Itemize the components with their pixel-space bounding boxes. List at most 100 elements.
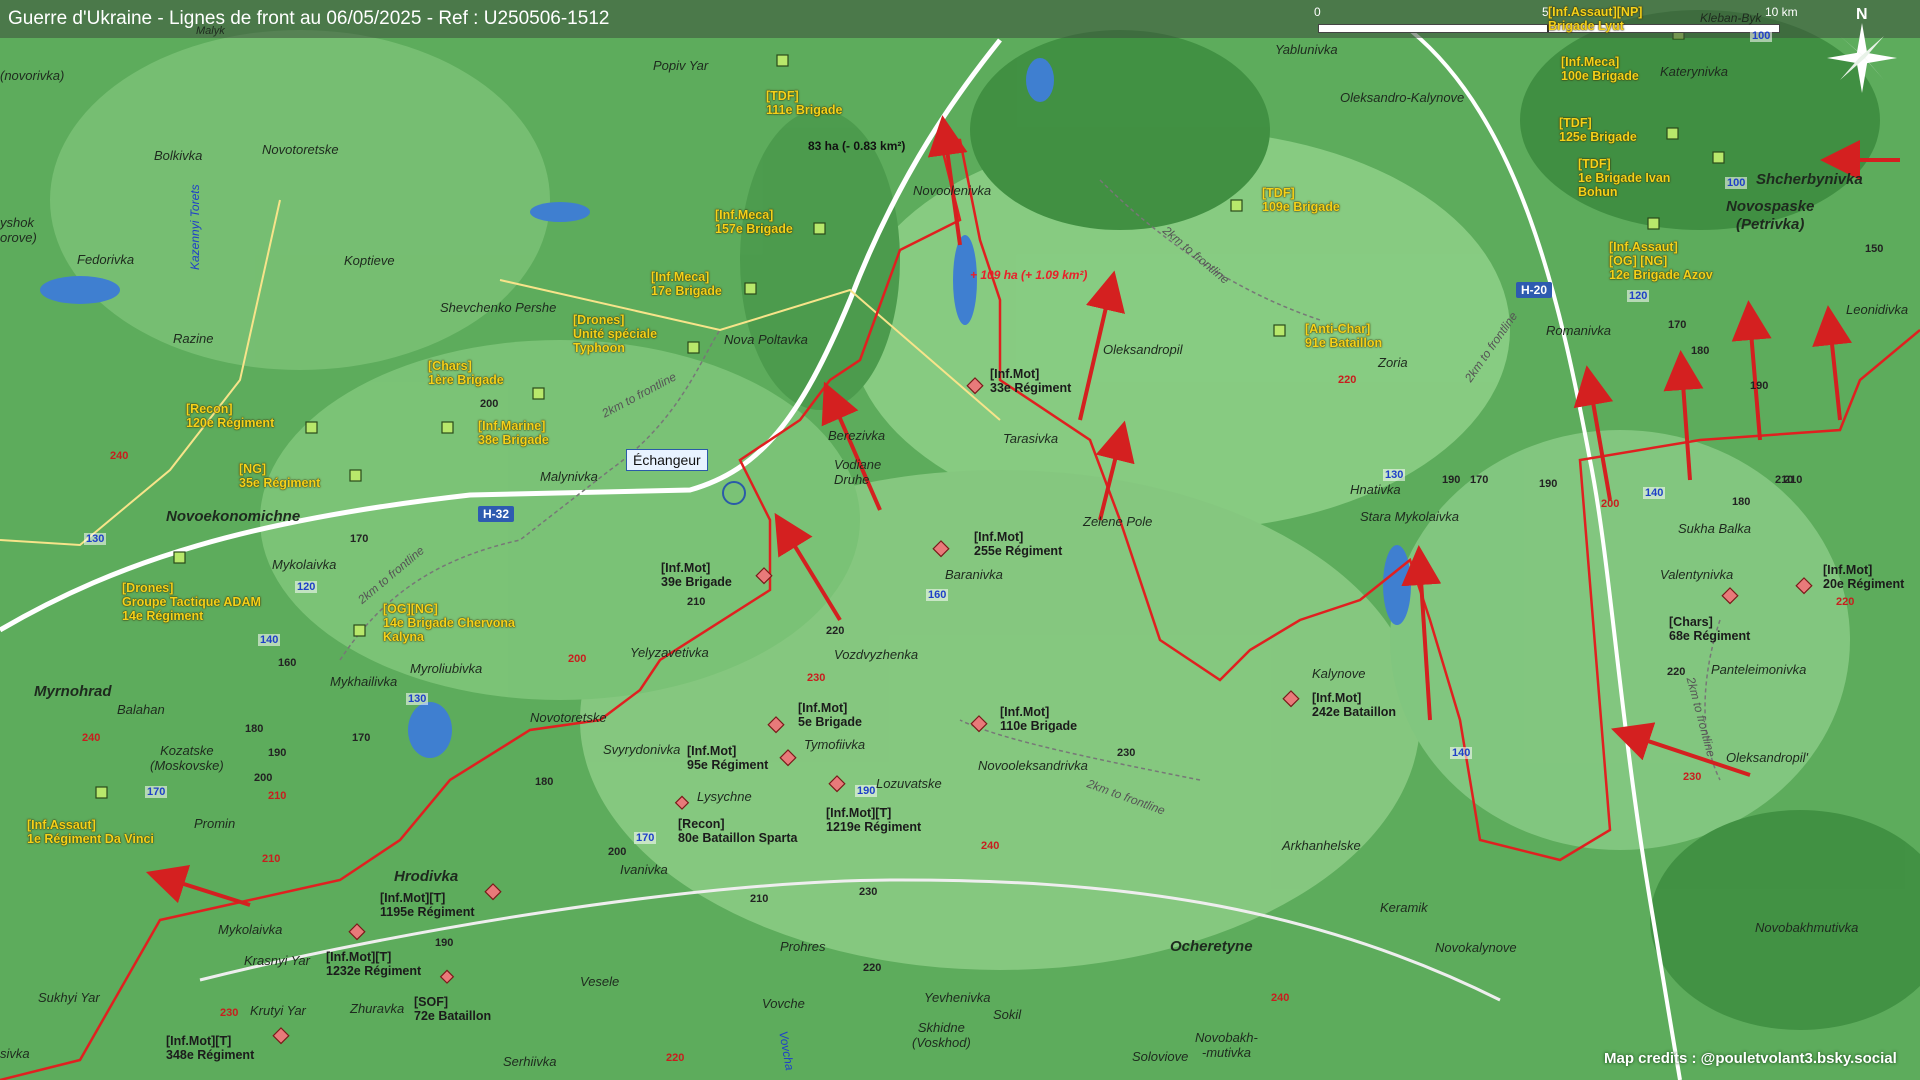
unit-ua-tdf125: [TDF] 125e Brigade: [1559, 116, 1637, 144]
place-promin: Promin: [194, 816, 236, 831]
road-number: 120: [1627, 290, 1650, 302]
place-romanivka: Romanivka: [1546, 323, 1612, 338]
unit-ua-inf17: [Inf.Meca] 17e Brigade: [651, 270, 722, 298]
elevation: 190: [1539, 478, 1558, 490]
place-zelene-pole: Zelene Pole: [1083, 514, 1153, 529]
place-baranivka: Baranivka: [945, 567, 1003, 582]
place-tarasivka: Tarasivka: [1003, 431, 1059, 446]
place-myroliubivka: Myroliubivka: [410, 661, 483, 676]
place-valentynivka: Valentynivka: [1660, 567, 1734, 582]
unit-ru-mot33: [Inf.Mot] 33e Régiment: [990, 367, 1072, 395]
elevation: 180: [1732, 496, 1751, 508]
place-zhuravka: Zhuravka: [350, 1001, 405, 1016]
place-lozuvatske: Lozuvatske: [876, 776, 942, 791]
place-koptieve: Koptieve: [344, 253, 395, 268]
place-kleban-byk: Kleban-Byk: [1700, 11, 1762, 25]
elevation: 160: [278, 657, 297, 669]
road-number: 120: [295, 581, 318, 593]
elevation: 170: [352, 732, 371, 744]
place-malyk: Malyk: [196, 25, 225, 37]
elevation: 200: [254, 772, 273, 784]
place-novokalynove: Novokalynove: [1435, 940, 1517, 955]
place-fedorivka: Fedorivka: [77, 252, 135, 267]
elevation: 170: [350, 533, 369, 545]
road-number: 140: [1450, 747, 1473, 759]
place-novotoretske-n: Novotoretske: [262, 142, 339, 157]
unit-ru-mot5: [Inf.Mot] 5e Brigade: [798, 701, 862, 729]
place-skhidne: Skhidne (Voskhod): [912, 1020, 971, 1050]
unit-ua-tdf109: [TDF] 109e Brigade: [1262, 186, 1340, 214]
place-hnativka: Hnativka: [1350, 482, 1401, 497]
place-popiv-yar: Popiv Yar: [653, 58, 709, 73]
river-kazennyi-torets: Kazennyi Torets: [188, 184, 202, 270]
gain-annotation: + 109 ha (+ 1.09 km²): [970, 268, 1088, 282]
unit-ru-mot20: [Inf.Mot] 20e Régiment: [1823, 563, 1905, 591]
elevation: 190: [268, 747, 287, 759]
elevation: 190: [1750, 380, 1769, 392]
unit-ua-inf157: [Inf.Meca] 157e Brigade: [715, 208, 793, 236]
place-panteleimonivka: Panteleimonivka: [1711, 662, 1807, 677]
road-number: 140: [258, 634, 281, 646]
unit-ru-mot1195: [Inf.Mot][T] 1195e Régiment: [380, 891, 475, 919]
place-sukhyi-yar: Sukhyi Yar: [38, 990, 100, 1005]
place-soloviove: Soloviove: [1132, 1049, 1189, 1064]
unit-ru-mot348: [Inf.Mot][T] 348e Régiment: [166, 1034, 255, 1062]
elevation: 210: [1775, 474, 1794, 486]
elevation: 170: [1668, 319, 1687, 331]
elevation: 230: [1683, 771, 1702, 783]
elevation: 240: [981, 840, 1000, 852]
elevation: 200: [480, 398, 499, 410]
elevation: 200: [1601, 498, 1620, 510]
scale-zero: 0: [1314, 5, 1321, 19]
place-hrodivka: Hrodivka: [394, 868, 459, 885]
place-yelyzavetivka: Yelyzavetivka: [630, 645, 709, 660]
road-number: 140: [1643, 487, 1666, 499]
elevation: 230: [807, 672, 826, 684]
road-number: 190: [855, 785, 878, 797]
place-vodiane-druhe: Vodiane Druhe: [834, 457, 882, 487]
elevation: 220: [1338, 374, 1357, 386]
map-credits: Map credits : @pouletvolant3.bsky.social: [1604, 1050, 1897, 1067]
elevation: 190: [435, 937, 454, 949]
elevation: 240: [82, 732, 101, 744]
elevation: 240: [1271, 992, 1290, 1004]
elevation: 210: [687, 596, 706, 608]
place-novorivka: (novorivka): [0, 68, 65, 83]
unit-ru-mot39: [Inf.Mot] 39e Brigade: [661, 561, 732, 589]
unit-ua-drones-adam: [Drones] Groupe Tactique ADAM 14e Régime…: [122, 581, 261, 623]
road-number: 170: [634, 832, 657, 844]
place-novobakhmutivka-s: Novobakh- -mutivka: [1195, 1030, 1258, 1060]
place-novobakhmutivka: Novobakhmutivka: [1755, 920, 1859, 935]
place-novoolenivka: Novoolenivka: [913, 183, 992, 198]
place-kozatske: Kozatske (Moskovske): [150, 743, 224, 773]
place-rysivka: sivka: [0, 1046, 30, 1061]
elevation: 200: [568, 653, 587, 665]
place-berezivka: Berezivka: [828, 428, 886, 443]
place-shevchenko-pershe: Shevchenko Pershe: [440, 300, 557, 315]
interchange-label: Échangeur: [626, 449, 708, 471]
place-novoekonomichne: Novoekonomichne: [166, 508, 301, 525]
elevation: 220: [863, 962, 882, 974]
unit-ua-assault1: [Inf.Assaut] 1e Régiment Da Vinci: [27, 818, 154, 846]
road-number: 100: [1750, 30, 1773, 42]
place-sokil: Sokil: [993, 1007, 1022, 1022]
place-novooleksandrivka: Novooleksandrivka: [978, 758, 1088, 773]
elevation: 240: [110, 450, 129, 462]
place-yevhenivka: Yevhenivka: [924, 990, 991, 1005]
unit-ua-antichar91: [Anti-Char] 91e Bataillon: [1305, 322, 1383, 350]
elevation: 190: [1442, 474, 1461, 486]
place-shcherbynivka: Shcherbynivka: [1756, 171, 1863, 188]
place-vozdvyzhenka: Vozdvyzhenka: [834, 647, 919, 662]
place-nova-poltavka: Nova Poltavka: [724, 332, 808, 347]
elevation: 230: [1117, 747, 1136, 759]
place-oleksandro-kalynove: Oleksandro-Kalynove: [1340, 90, 1465, 105]
map-title: Guerre d'Ukraine - Lignes de front au 06…: [8, 8, 610, 29]
place-mykhailivka: Mykhailivka: [330, 674, 398, 689]
unit-ru-mot110: [Inf.Mot] 110e Brigade: [1000, 705, 1078, 733]
place-mykolaivka-s: Mykolaivka: [218, 922, 283, 937]
elevation: 150: [1865, 243, 1884, 255]
elevation: 210: [750, 893, 769, 905]
scale-end: 10 km: [1765, 5, 1798, 19]
place-vesele: Vesele: [580, 974, 620, 989]
elevation: 220: [666, 1052, 685, 1064]
